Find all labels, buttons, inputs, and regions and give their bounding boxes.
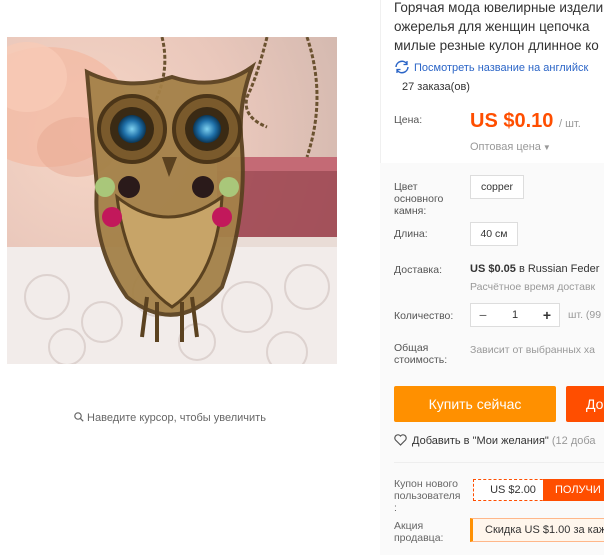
coupon-label-line: Купон нового [394, 478, 458, 490]
add-to-cart-button[interactable]: До [566, 386, 604, 422]
coupon-label-line: пользователя [394, 490, 461, 502]
zoom-hint: Наведите курсор, чтобы увеличить [0, 412, 340, 424]
length-label: Длина: [394, 228, 428, 240]
coupon-label-line: : [394, 502, 397, 514]
title-line: Горячая мода ювелирные издели [394, 0, 604, 15]
heart-icon [394, 434, 407, 446]
wishlist-text[interactable]: Добавить в "Мои желания" [412, 435, 549, 447]
color-label-line: основного [394, 193, 444, 205]
seller-promo-label: Акция продавца: [394, 520, 443, 544]
buy-now-button[interactable]: Купить сейчас [394, 386, 556, 422]
caret-down-icon: ▼ [542, 143, 551, 152]
quantity-decrement-button[interactable]: − [471, 304, 495, 326]
color-label-line: Цвет [394, 181, 418, 193]
shipping-method[interactable]: в Russian Feder [519, 263, 599, 275]
section-divider [394, 462, 604, 463]
product-info: Горячая мода ювелирные издели ожерелья д… [380, 0, 604, 555]
product-image[interactable] [7, 37, 337, 364]
get-coupon-button[interactable]: ПОЛУЧИ [543, 479, 604, 501]
shipping-label: Доставка: [394, 264, 443, 276]
wholesale-text[interactable]: Оптовая цена [470, 141, 541, 153]
quantity-unit: шт. (99 [568, 309, 602, 321]
translate-link-text[interactable]: Посмотреть название на английск [414, 62, 588, 74]
quantity-increment-button[interactable]: + [535, 304, 559, 326]
image-panel: Наведите курсор, чтобы увеличить [0, 0, 380, 555]
zoom-hint-text: Наведите курсор, чтобы увеличить [87, 412, 266, 424]
add-to-wishlist-link[interactable]: Добавить в "Мои желания" (12 доба [394, 434, 596, 447]
color-label-line: камня: [394, 205, 427, 217]
price-value: US $0.10 / шт. [470, 110, 581, 133]
quantity-input[interactable]: 1 [495, 304, 535, 326]
length-option-40cm[interactable]: 40 см [470, 222, 518, 246]
color-label: Цвет основного камня: [394, 181, 443, 217]
total-label-line: Общая [394, 342, 429, 354]
coupon-value: US $2.00 [473, 479, 553, 501]
total-label-line: стоимость: [394, 354, 448, 366]
translate-title-link[interactable]: Посмотреть название на английск [394, 60, 588, 74]
price-amount: US $0.10 [470, 110, 554, 132]
magnifier-icon [74, 412, 84, 422]
wholesale-price-link[interactable]: Оптовая цена ▼ [470, 141, 551, 153]
price-unit: / шт. [558, 118, 581, 130]
quantity-stepper: − 1 + [470, 303, 560, 327]
seller-promo-badge[interactable]: Скидка US $1.00 за каж [470, 518, 604, 542]
color-option-copper[interactable]: copper [470, 175, 524, 199]
price-label: Цена: [394, 114, 423, 126]
promo-label-line: Акция [394, 520, 424, 532]
owl-pendant-photo [7, 37, 337, 364]
wishlist-count: (12 доба [551, 435, 596, 447]
total-value: Зависит от выбранных ха [470, 344, 595, 356]
total-label: Общая стоимость: [394, 342, 447, 366]
title-line: ожерелья для женщин цепочка [394, 19, 590, 34]
shipping-price: US $0.05 [470, 263, 516, 275]
translate-icon [395, 60, 409, 74]
orders-count: 27 заказа(ов) [402, 81, 470, 93]
new-user-coupon-label: Купон нового пользователя : [394, 478, 461, 514]
product-title: Горячая мода ювелирные издели ожерелья д… [394, 0, 604, 55]
shipping-info[interactable]: US $0.05 в Russian Feder [470, 263, 599, 275]
delivery-estimate: Расчётное время доставк [470, 281, 596, 293]
promo-label-line: продавца: [394, 532, 444, 544]
quantity-label: Количество: [394, 310, 454, 322]
title-line: милые резные кулон длинное ко [394, 38, 599, 53]
